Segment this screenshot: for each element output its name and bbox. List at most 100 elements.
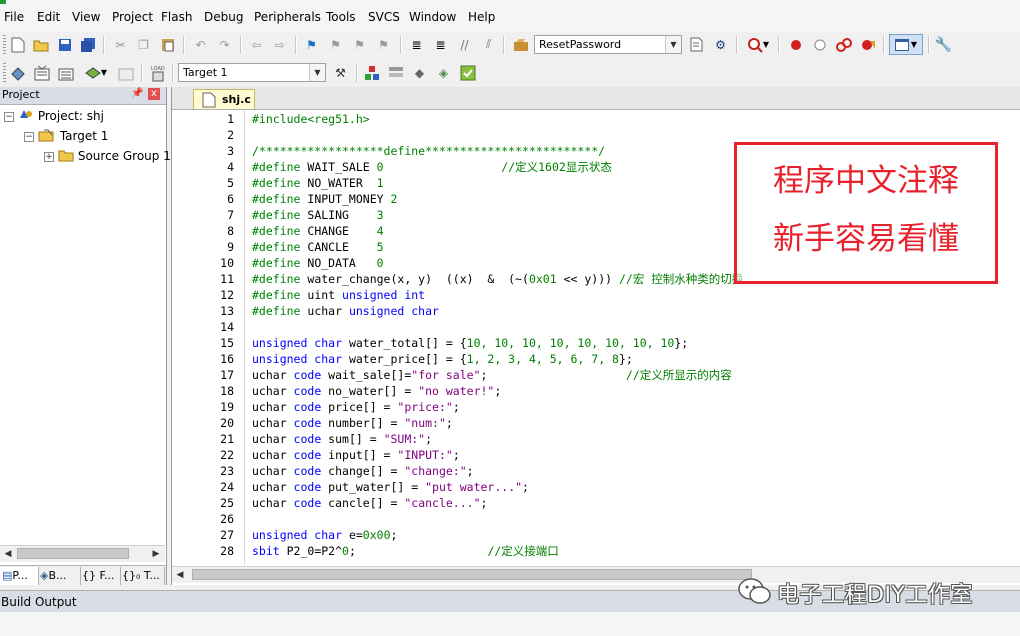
enable-breakpoint-button[interactable] xyxy=(810,35,829,54)
menu-help[interactable]: Help xyxy=(466,9,497,25)
insert-breakpoint-button[interactable] xyxy=(786,35,805,54)
code-line[interactable]: unsigned char water_total[] = {10, 10, 1… xyxy=(252,335,688,351)
save-button[interactable] xyxy=(55,35,74,54)
code-line[interactable]: #define INPUT_MONEY 2 xyxy=(252,191,397,207)
menu-debug[interactable]: Debug xyxy=(202,9,245,25)
menu-project[interactable]: Project xyxy=(110,9,155,25)
multi-project-button[interactable] xyxy=(458,63,477,82)
collapse-toggle[interactable]: − xyxy=(24,132,34,142)
tab-templates[interactable]: {}₀ T... xyxy=(120,567,165,585)
code-line[interactable]: unsigned char e=0x00; xyxy=(252,527,397,543)
scroll-right-icon[interactable]: ▶ xyxy=(148,546,164,562)
code-line[interactable]: #define NO_WATER 1 xyxy=(252,175,384,191)
clear-bookmarks-button[interactable]: ⚑ xyxy=(374,35,393,54)
tab-books[interactable]: ◈B... xyxy=(38,567,81,585)
insert-bookmark-button[interactable]: ⚑ xyxy=(302,35,321,54)
find-in-files-button[interactable] xyxy=(511,35,530,54)
code-line[interactable]: #define uchar unsigned char xyxy=(252,303,439,319)
code-line[interactable]: #define SALING 3 xyxy=(252,207,384,223)
stop-build-button[interactable] xyxy=(116,63,135,82)
nav-back-button[interactable]: ⇦ xyxy=(247,35,266,54)
build-output-title[interactable]: Build Output xyxy=(1,595,77,609)
code-line[interactable]: uchar code no_water[] = "no water!"; xyxy=(252,383,501,399)
code-line[interactable]: uchar code input[] = "INPUT:"; xyxy=(252,447,460,463)
save-all-button[interactable] xyxy=(78,35,97,54)
scroll-left-icon[interactable]: ◀ xyxy=(172,567,188,583)
debug-session-button[interactable]: ▼ xyxy=(743,35,773,54)
paste-button[interactable] xyxy=(158,35,177,54)
indent-button[interactable]: ≣ xyxy=(407,35,426,54)
translate-button[interactable] xyxy=(8,63,27,82)
code-line[interactable]: unsigned char water_price[] = {1, 2, 3, … xyxy=(252,351,633,367)
tree-item-target[interactable]: Target 1 xyxy=(38,128,108,144)
select-packs-button[interactable] xyxy=(386,63,405,82)
code-line[interactable]: uchar code put_water[] = "put water..."; xyxy=(252,479,529,495)
scroll-thumb[interactable] xyxy=(192,569,752,580)
code-line[interactable]: #define NO_DATA 0 xyxy=(252,255,384,271)
project-hscrollbar[interactable]: ◀ ▶ xyxy=(0,545,165,562)
manage-run-time-env-button[interactable]: ◆ xyxy=(410,63,429,82)
incremental-find-button[interactable]: ⚙ xyxy=(711,35,730,54)
code-line[interactable]: sbit P2_0=P2^0; //定义接端口 xyxy=(252,543,559,559)
menu-file[interactable]: File xyxy=(2,9,26,25)
tab-shj-c[interactable]: shj.c xyxy=(193,89,255,109)
toolbar-grip[interactable] xyxy=(3,35,6,55)
code-line[interactable]: #define CANCLE 5 xyxy=(252,239,384,255)
open-button[interactable] xyxy=(31,35,50,54)
target-combo[interactable]: Target 1 ▼ xyxy=(178,63,326,82)
code-line[interactable]: #define WAIT_SALE 0 //定义1602显示状态 xyxy=(252,159,612,175)
scroll-thumb[interactable] xyxy=(17,548,129,559)
menu-svcs[interactable]: SVCS xyxy=(366,9,402,25)
find-combo[interactable]: ResetPassword ▼ xyxy=(534,35,682,54)
copy-button[interactable]: ❐ xyxy=(134,35,153,54)
rebuild-button[interactable] xyxy=(56,63,75,82)
toolbar-grip[interactable] xyxy=(3,63,6,83)
code-line[interactable]: uchar code price[] = "price:"; xyxy=(252,399,460,415)
next-bookmark-button[interactable]: ⚑ xyxy=(350,35,369,54)
code-line[interactable]: uchar code sum[] = "SUM:"; xyxy=(252,431,432,447)
code-line[interactable]: #define water_change(x, y) ((x) & (~(0x0… xyxy=(252,271,743,287)
menu-window[interactable]: Window xyxy=(407,9,458,25)
code-line[interactable]: #define uint unsigned int xyxy=(252,287,425,303)
code-line[interactable]: /******************define***************… xyxy=(252,143,605,159)
pin-icon[interactable]: 📌 xyxy=(131,88,143,99)
scroll-left-icon[interactable]: ◀ xyxy=(0,546,16,562)
pack-installer-button[interactable]: ◈ xyxy=(434,63,453,82)
menu-view[interactable]: View xyxy=(70,9,102,25)
build-button[interactable] xyxy=(32,63,51,82)
manage-project-items-button[interactable] xyxy=(362,63,381,82)
redo-button[interactable]: ↷ xyxy=(215,35,234,54)
unindent-button[interactable]: ≣ xyxy=(431,35,450,54)
undo-button[interactable]: ↶ xyxy=(191,35,210,54)
nav-forward-button[interactable]: ⇨ xyxy=(270,35,289,54)
window-layout-button[interactable]: ▼ xyxy=(889,34,923,55)
new-file-button[interactable] xyxy=(8,35,27,54)
menu-tools[interactable]: Tools xyxy=(324,9,358,25)
tab-project[interactable]: ▤P... xyxy=(0,567,39,585)
uncomment-button[interactable]: ⫽ xyxy=(479,35,498,54)
tree-item-project[interactable]: Project: shj xyxy=(18,108,104,124)
comment-button[interactable]: // xyxy=(455,35,474,54)
find-button[interactable] xyxy=(687,35,706,54)
menu-peripherals[interactable]: Peripherals xyxy=(252,9,323,25)
code-line[interactable]: #define CHANGE 4 xyxy=(252,223,384,239)
expand-toggle[interactable]: + xyxy=(44,152,54,162)
tree-item-source-group[interactable]: Source Group 1 xyxy=(58,148,171,164)
chevron-down-icon[interactable]: ▼ xyxy=(309,64,325,81)
kill-all-breakpoints-button[interactable] xyxy=(858,35,877,54)
disable-all-breakpoints-button[interactable] xyxy=(834,35,853,54)
code-line[interactable]: uchar code number[] = "num:"; xyxy=(252,415,453,431)
code-line[interactable]: uchar code change[] = "change:"; xyxy=(252,463,474,479)
tab-functions[interactable]: {} F... xyxy=(80,567,121,585)
configure-button[interactable]: 🔧 xyxy=(934,35,953,54)
menu-flash[interactable]: Flash xyxy=(159,9,194,25)
collapse-toggle[interactable]: − xyxy=(4,112,14,122)
download-button[interactable]: LOAD xyxy=(148,63,167,82)
code-line[interactable]: uchar code wait_sale[]="for sale"; //定义所… xyxy=(252,367,732,383)
target-options-button[interactable]: ⚒ xyxy=(331,63,350,82)
code-line[interactable]: uchar code cancle[] = "cancle..."; xyxy=(252,495,487,511)
close-icon[interactable]: x xyxy=(148,88,160,100)
code-line[interactable]: #include<reg51.h> xyxy=(252,111,370,127)
menu-edit[interactable]: Edit xyxy=(35,9,62,25)
cut-button[interactable]: ✂ xyxy=(111,35,130,54)
